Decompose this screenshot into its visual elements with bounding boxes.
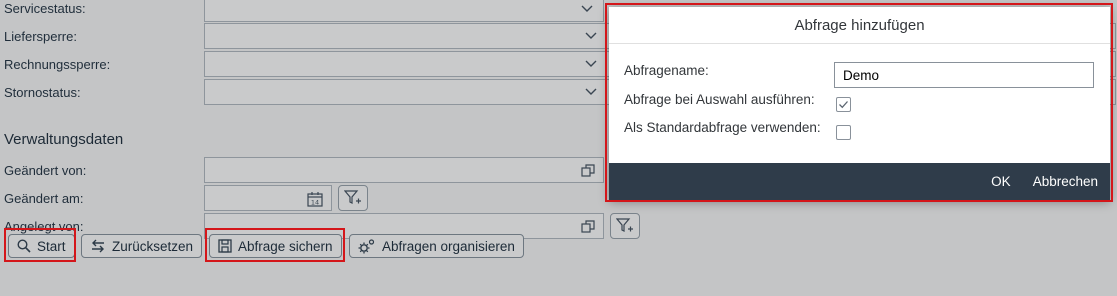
reset-button-label: Zurücksetzen (112, 238, 194, 254)
settings-icon (358, 239, 375, 254)
calendar-icon[interactable]: 14 (307, 191, 323, 207)
highlight-save-query-button (205, 228, 345, 262)
highlight-start-button (4, 228, 76, 262)
service-status-select[interactable] (204, 0, 604, 22)
delivery-block-label: Liefersperre: (4, 29, 77, 44)
chevron-down-icon[interactable] (585, 57, 597, 69)
organize-queries-button-label: Abfragen organisieren (382, 238, 515, 254)
chevron-down-icon[interactable] (581, 2, 593, 14)
filter-add-button[interactable] (338, 185, 368, 211)
filter-add-button[interactable] (610, 213, 640, 239)
reset-icon (92, 239, 104, 253)
highlight-dialog (605, 3, 1113, 202)
changed-by-input[interactable] (204, 157, 604, 183)
organize-queries-button[interactable]: Abfragen organisieren (349, 234, 524, 258)
value-help-icon[interactable] (581, 164, 595, 178)
billing-block-label: Rechnungssperre: (4, 57, 111, 72)
value-help-icon[interactable] (581, 220, 595, 234)
cancel-status-label: Stornostatus: (4, 85, 81, 100)
calendar-day: 14 (311, 199, 319, 207)
service-status-label: Servicestatus: (4, 1, 86, 16)
section-title: Verwaltungsdaten (4, 131, 124, 148)
changed-on-label: Geändert am: (4, 191, 84, 206)
changed-by-label: Geändert von: (4, 163, 87, 178)
filter-add-icon (616, 218, 633, 232)
reset-button[interactable]: Zurücksetzen (81, 234, 203, 258)
changed-on-date-input[interactable]: 14 (204, 185, 332, 211)
filter-add-icon (344, 190, 361, 204)
chevron-down-icon[interactable] (585, 29, 597, 41)
chevron-down-icon[interactable] (585, 85, 597, 97)
